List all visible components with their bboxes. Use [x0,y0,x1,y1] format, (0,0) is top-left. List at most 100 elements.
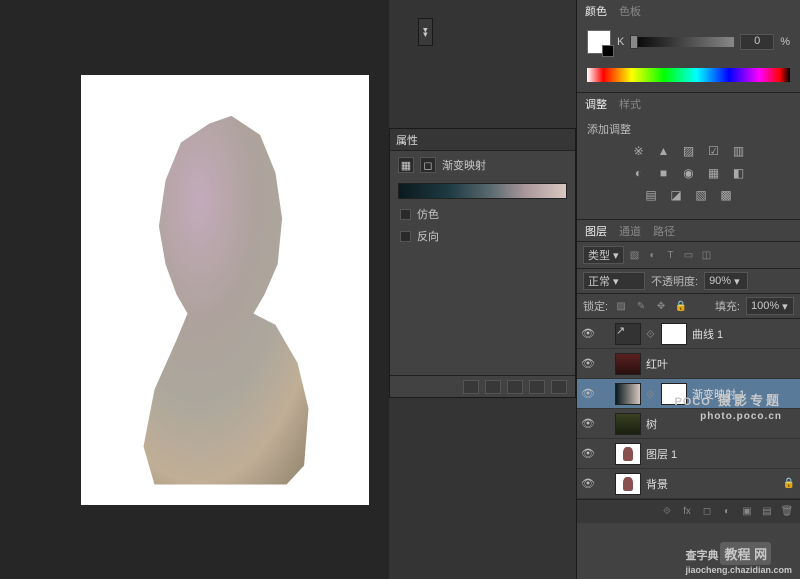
invert-icon[interactable]: ▤ [643,187,659,203]
tab-paths[interactable]: 路径 [653,223,675,239]
opacity-value: 90% [709,275,731,287]
mask-link-icon[interactable]: ⟐ [646,389,656,399]
reverse-row[interactable]: 反向 [390,225,575,247]
layers-footer: ⟐ fx ◻ ◐ ▣ ▤ 🗑 [577,499,800,523]
delete-adjustment-icon[interactable] [551,380,567,394]
filter-smart-icon[interactable]: ◫ [700,248,714,262]
tab-channels[interactable]: 通道 [619,223,641,239]
layer-row[interactable]: 👁 背景 🔒 [577,469,800,499]
layer-thumb[interactable] [615,353,641,375]
lock-transparency-icon[interactable]: ▨ [614,299,628,313]
color-panel: 颜色 色板 K 0 % [577,0,800,93]
adjustment-type-label: 渐变映射 [442,157,486,173]
foreground-swatch[interactable] [587,30,611,54]
k-value-field[interactable]: 0 [740,34,774,50]
opacity-field[interactable]: 90% ▾ [704,272,748,290]
layer-row[interactable]: 👁 红叶 [577,349,800,379]
gradient-map-thumb[interactable] [615,383,641,405]
dither-row[interactable]: 仿色 [390,203,575,225]
k-slider[interactable] [630,37,734,47]
blend-mode-dropdown[interactable]: 正常 ▾ [583,272,645,290]
lock-position-icon[interactable]: ✥ [654,299,668,313]
lock-pixels-icon[interactable]: ✎ [634,299,648,313]
posterize-icon[interactable]: ◪ [668,187,684,203]
vibrance-icon[interactable]: ▥ [731,143,747,159]
visibility-icon[interactable]: 👁 [581,357,595,371]
layer-row[interactable]: 👁 ↗ ⟐ 曲线 1 [577,319,800,349]
layer-row[interactable]: 👁 图层 1 [577,439,800,469]
levels-icon[interactable]: ▲ [656,143,672,159]
reset-icon[interactable] [507,380,523,394]
clip-to-layer-icon[interactable] [463,380,479,394]
visibility-icon[interactable]: 👁 [581,417,595,431]
curves-thumb[interactable]: ↗ [615,323,641,345]
photo-filter-icon[interactable]: ▦ [706,165,722,181]
bw-icon[interactable]: ◉ [681,165,697,181]
mask-thumb[interactable] [661,323,687,345]
layer-mask-icon[interactable]: ◻ [420,157,436,173]
tab-styles[interactable]: 样式 [619,96,641,112]
threshold-icon[interactable]: ▧ [693,187,709,203]
add-adjustment-label: 添加调整 [587,121,790,137]
link-layers-icon[interactable]: ⟐ [660,505,674,519]
background-swatch[interactable] [602,45,614,57]
reverse-checkbox[interactable] [400,231,411,242]
artboard[interactable] [81,75,369,505]
collapse-icon: ▸▸ [420,27,431,36]
layer-name[interactable]: 曲线 1 [692,326,796,342]
tab-color[interactable]: 颜色 [585,3,607,19]
layers-filter-toolbar: 类型 ▾ ▧ ◐ T ▭ ◫ [577,242,800,269]
fill-label: 填充: [715,298,740,314]
toggle-visibility-icon[interactable] [529,380,545,394]
add-mask-icon[interactable]: ◻ [700,505,714,519]
adjustment-presets-row2: ◐ ■ ◉ ▦ ◧ [587,165,790,181]
layer-thumb[interactable] [615,413,641,435]
color-spectrum[interactable] [587,68,790,82]
gradient-map-preset-icon[interactable]: ▩ [718,187,734,203]
layer-thumb[interactable] [615,443,641,465]
tab-adjustments[interactable]: 调整 [585,96,607,112]
new-layer-icon[interactable]: ▤ [760,505,774,519]
filter-kind-dropdown[interactable]: 类型 ▾ [583,246,624,264]
channel-mixer-icon[interactable]: ◧ [731,165,747,181]
watermark-czd-box: 教程 网 [720,542,771,565]
curves-icon[interactable]: ▨ [681,143,697,159]
filter-type-icon[interactable]: T [664,248,678,262]
layer-thumb[interactable] [615,473,641,495]
layer-name[interactable]: 红叶 [646,356,796,372]
visibility-icon[interactable]: 👁 [581,387,595,401]
lock-icon: 🔒 [782,477,796,491]
slider-thumb[interactable] [630,35,638,49]
layer-style-icon[interactable]: fx [680,505,694,519]
tab-swatches[interactable]: 色板 [619,3,641,19]
color-mode-label: K [617,36,624,48]
view-previous-icon[interactable] [485,380,501,394]
gradient-preview[interactable] [398,183,567,199]
color-balance-icon[interactable]: ■ [656,165,672,181]
filter-shape-icon[interactable]: ▭ [682,248,696,262]
panel-collapse-button[interactable]: ▸▸ [418,18,433,46]
mask-link-icon[interactable]: ⟐ [646,329,656,339]
tab-layers[interactable]: 图层 [585,223,607,239]
brightness-icon[interactable]: ※ [631,143,647,159]
dither-checkbox[interactable] [400,209,411,220]
new-group-icon[interactable]: ▣ [740,505,754,519]
new-adjustment-icon[interactable]: ◐ [720,505,734,519]
fill-field[interactable]: 100% ▾ [746,297,794,315]
hue-icon[interactable]: ◐ [631,165,647,181]
delete-layer-icon[interactable]: 🗑 [780,505,794,519]
layer-name[interactable]: 背景 [646,476,777,492]
visibility-icon[interactable]: 👁 [581,447,595,461]
visibility-icon[interactable]: 👁 [581,477,595,491]
filter-pixel-icon[interactable]: ▧ [628,248,642,262]
adjustment-presets-row3: ▤ ◪ ▧ ▩ [587,187,790,203]
chevron-down-icon: ▾ [613,275,619,288]
lock-all-icon[interactable]: 🔒 [674,299,688,313]
visibility-icon[interactable]: 👁 [581,327,595,341]
reverse-label: 反向 [417,228,439,244]
exposure-icon[interactable]: ☑ [706,143,722,159]
layer-name[interactable]: 图层 1 [646,446,796,462]
filter-adjust-icon[interactable]: ◐ [646,248,660,262]
watermark-poco: POCO 摄影专题 photo.poco.cn [674,385,782,422]
fill-value: 100% [751,300,779,312]
